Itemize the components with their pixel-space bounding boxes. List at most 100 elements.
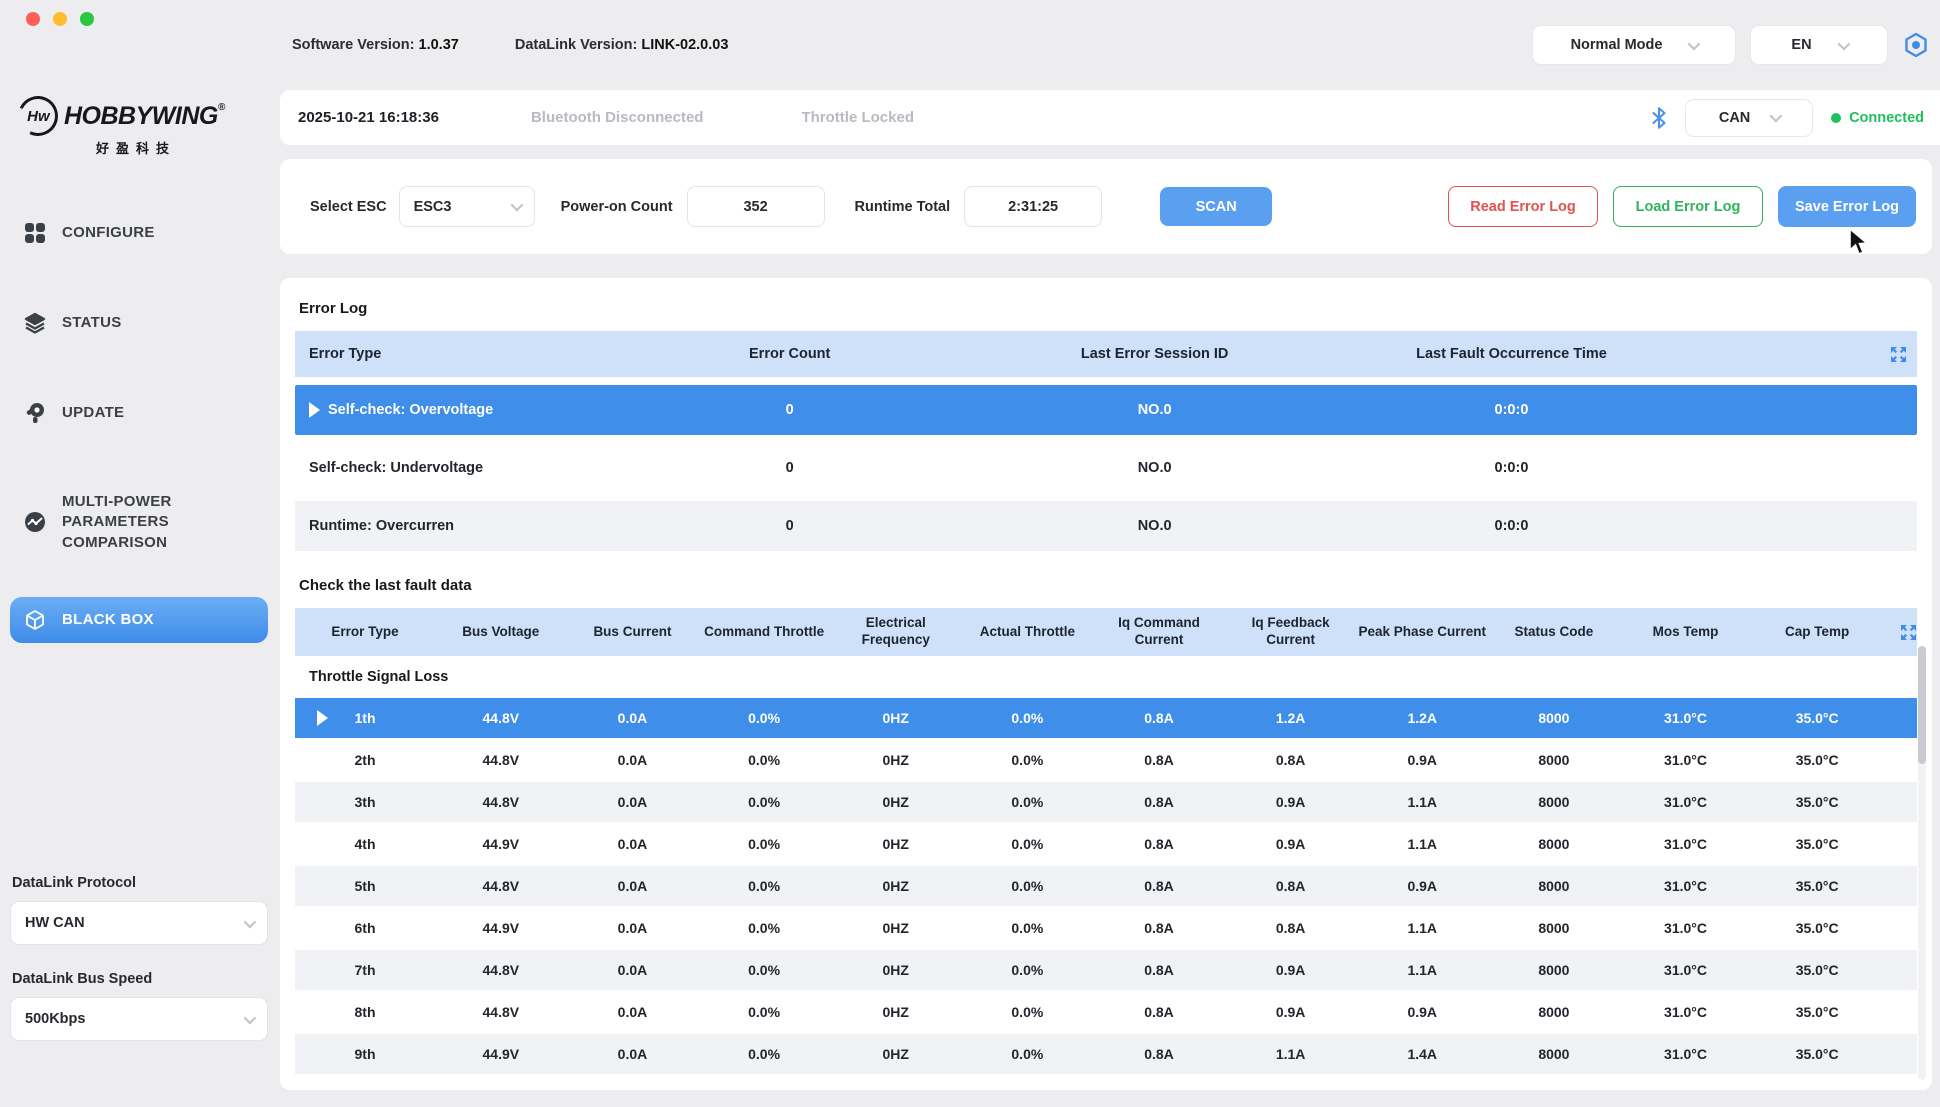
fault-row[interactable]: 5th44.8V0.0A0.0%0HZ0.0%0.8A0.8A0.9A80003…	[295, 866, 1917, 906]
cell: 0.0%	[698, 836, 830, 852]
cell: 0HZ	[830, 920, 962, 936]
sidebar-item-status[interactable]: STATUS	[10, 300, 268, 346]
fault-row[interactable]: 9th44.9V0.0A0.0%0HZ0.0%0.8A1.1A1.4A80003…	[295, 1034, 1917, 1074]
gear-icon[interactable]	[1902, 31, 1930, 59]
cell: 8th	[295, 1004, 435, 1020]
sidebar-item-label: CONFIGURE	[62, 223, 155, 243]
expand-icon[interactable]	[1690, 346, 1917, 363]
column-header: Error Type	[295, 620, 435, 645]
cell: 1.1A	[1356, 836, 1488, 852]
protocol-select[interactable]: CAN	[1685, 99, 1813, 137]
column-header: Peak Phase Current	[1356, 620, 1488, 645]
brand-chinese-name: 好盈科技	[96, 138, 268, 157]
cell: 0.0A	[567, 836, 699, 852]
cell: 35.0°C	[1751, 962, 1883, 978]
cell: 44.8V	[435, 878, 567, 894]
fault-row[interactable]: 1th44.8V0.0A0.0%0HZ0.0%0.8A1.2A1.2A80003…	[295, 698, 1917, 738]
cell: 8000	[1488, 752, 1620, 768]
runtime-total-field[interactable]: 2:31:25	[964, 186, 1102, 227]
expand-icon[interactable]	[1883, 624, 1917, 641]
pin-icon	[24, 402, 46, 424]
column-header: Mos Temp	[1620, 620, 1752, 645]
language-select[interactable]: EN	[1750, 25, 1888, 65]
cell: 0	[603, 460, 976, 476]
scan-button[interactable]: SCAN	[1160, 187, 1272, 226]
mode-select-value: Normal Mode	[1571, 37, 1663, 53]
throttle-status: Throttle Locked	[801, 109, 914, 126]
bluetooth-icon[interactable]	[1651, 107, 1667, 129]
error-log-row[interactable]: Self-check: Undervoltage0NO.00:0:0	[295, 443, 1917, 493]
fault-row[interactable]: 6th44.9V0.0A0.0%0HZ0.0%0.8A0.8A1.1A80003…	[295, 908, 1917, 948]
software-version-label: Software Version:	[292, 37, 414, 53]
cell: 0.0A	[567, 710, 699, 726]
cell: 4th	[295, 836, 435, 852]
connection-status-label: Connected	[1849, 110, 1924, 126]
cell: 44.8V	[435, 710, 567, 726]
chart-circle-icon	[24, 511, 46, 533]
fault-row[interactable]: 4th44.9V0.0A0.0%0HZ0.0%0.8A0.9A1.1A80003…	[295, 824, 1917, 864]
cell: 31.0°C	[1620, 1046, 1752, 1062]
power-on-count-field[interactable]: 352	[687, 186, 825, 227]
cell: 35.0°C	[1751, 878, 1883, 894]
cell: 8000	[1488, 836, 1620, 852]
load-error-log-button[interactable]: Load Error Log	[1613, 186, 1763, 227]
cell: 31.0°C	[1620, 794, 1752, 810]
cell: 35.0°C	[1751, 836, 1883, 852]
esc-select-value: ESC3	[414, 199, 452, 215]
sidebar-item-label: STATUS	[62, 313, 122, 333]
sidebar-item-configure[interactable]: CONFIGURE	[10, 210, 268, 256]
cell: 0.0%	[698, 920, 830, 936]
datalink-bus-speed-select[interactable]: 500Kbps	[10, 997, 268, 1041]
sidebar-item-black-box[interactable]: BLACK BOX	[10, 597, 268, 643]
fault-table-scrollbar[interactable]	[1918, 646, 1926, 1080]
datalink-protocol-select[interactable]: HW CAN	[10, 901, 268, 945]
connected-dot-icon	[1831, 113, 1841, 123]
cell: 0.8A	[1093, 752, 1225, 768]
cell: 35.0°C	[1751, 794, 1883, 810]
sidebar-item-multi-power[interactable]: MULTI-POWER PARAMETERS COMPARISON	[10, 480, 268, 565]
content-panel: Error Log Error Type Error Count Last Er…	[280, 278, 1932, 1090]
mouse-cursor	[1848, 228, 1874, 263]
cell: 8000	[1488, 1046, 1620, 1062]
cell: 31.0°C	[1620, 752, 1752, 768]
error-log-row[interactable]: Runtime: Overcurren0NO.00:0:0	[295, 501, 1917, 551]
esc-select[interactable]: ESC3	[399, 186, 535, 227]
datalink-bus-speed-value: 500Kbps	[25, 1011, 85, 1027]
cube-icon	[24, 609, 46, 631]
sidebar-menu: CONFIGURE STATUS UPDATE MULTI-POWER PARA…	[10, 210, 268, 643]
cell: 0.0A	[567, 920, 699, 936]
datalink-protocol-label: DataLink Protocol	[12, 875, 268, 891]
cell: 44.9V	[435, 920, 567, 936]
save-error-log-button[interactable]: Save Error Log	[1778, 186, 1916, 227]
cell: 31.0°C	[1620, 710, 1752, 726]
cell: 7th	[295, 962, 435, 978]
error-log-row[interactable]: Self-check: Overvoltage0NO.00:0:0	[295, 385, 1917, 435]
fault-row[interactable]: 2th44.8V0.0A0.0%0HZ0.0%0.8A0.8A0.9A80003…	[295, 740, 1917, 780]
cell: 0.8A	[1093, 878, 1225, 894]
cell: 35.0°C	[1751, 752, 1883, 768]
sidebar-item-update[interactable]: UPDATE	[10, 390, 268, 436]
cell: 0.0%	[962, 878, 1094, 894]
hobbywing-logo: Hw HOBBYWING® 好盈科技	[18, 96, 268, 157]
cell: 0:0:0	[1333, 460, 1690, 476]
cell: 0	[603, 518, 976, 534]
cell: 9th	[295, 1046, 435, 1062]
cell: 0.0%	[698, 1004, 830, 1020]
fault-row[interactable]: 7th44.8V0.0A0.0%0HZ0.0%0.8A0.9A1.1A80003…	[295, 950, 1917, 990]
cell: 0.8A	[1093, 962, 1225, 978]
mode-select[interactable]: Normal Mode	[1532, 25, 1736, 65]
cell: NO.0	[976, 460, 1333, 476]
column-header: Error Type	[295, 346, 603, 362]
cell: 8000	[1488, 794, 1620, 810]
sidebar-item-label: BLACK BOX	[62, 610, 154, 630]
cell: 44.9V	[435, 836, 567, 852]
read-error-log-button[interactable]: Read Error Log	[1448, 186, 1598, 227]
cell: 35.0°C	[1751, 920, 1883, 936]
fault-data-title: Check the last fault data	[299, 577, 1917, 594]
scrollbar-thumb[interactable]	[1918, 646, 1926, 764]
cell: 0.8A	[1225, 752, 1357, 768]
cell: 0.0A	[567, 962, 699, 978]
cell: 31.0°C	[1620, 1004, 1752, 1020]
fault-row[interactable]: 8th44.8V0.0A0.0%0HZ0.0%0.8A0.9A0.9A80003…	[295, 992, 1917, 1032]
fault-row[interactable]: 3th44.8V0.0A0.0%0HZ0.0%0.8A0.9A1.1A80003…	[295, 782, 1917, 822]
